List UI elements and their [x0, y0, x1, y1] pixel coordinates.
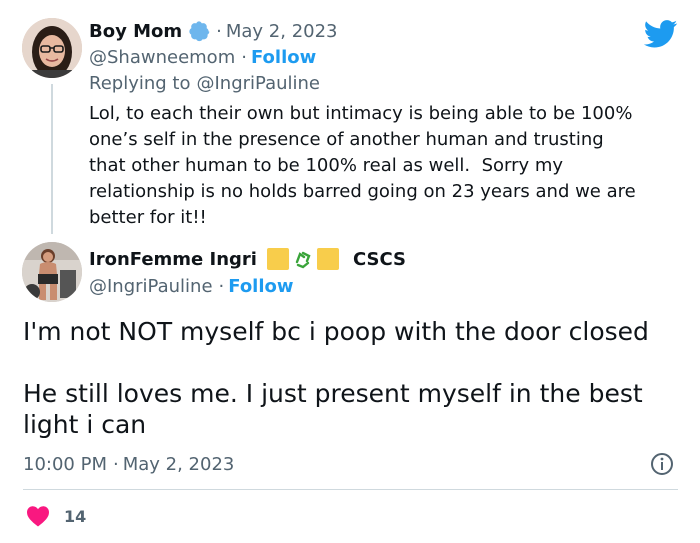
tweet-date: May 2, 2023 — [122, 453, 235, 475]
separator-dot: · — [218, 275, 225, 297]
yellow-square-emoji-icon — [316, 248, 339, 270]
separator-dot: · — [216, 20, 222, 42]
avatar-photo — [22, 18, 82, 78]
reply-date[interactable]: May 2, 2023 — [226, 21, 338, 42]
reply-handle[interactable]: @Shawneemom — [89, 47, 235, 68]
replying-to-row: Replying to @IngriPauline — [89, 70, 320, 96]
main-display-name[interactable]: IronFemme Ingri — [89, 249, 257, 270]
reply-display-name[interactable]: Boy Mom — [89, 21, 182, 42]
tweet-card: Boy Mom · May 2, 2023 @Shawneemom · Foll… — [0, 0, 700, 543]
follow-button-main-author[interactable]: Follow — [228, 276, 293, 297]
tweet-timestamp[interactable]: 10:00 PM · May 2, 2023 — [23, 451, 234, 477]
twitter-bird-icon[interactable] — [644, 20, 678, 48]
reply-author-row: Boy Mom · May 2, 2023 — [89, 18, 338, 44]
like-count: 14 — [64, 506, 87, 526]
main-tweet-text: I'm not NOT myself bc i poop with the do… — [23, 317, 649, 439]
avatar-boy-mom[interactable] — [22, 18, 82, 78]
verified-badge-icon — [189, 21, 210, 42]
reply-handle-row: @Shawneemom · Follow — [89, 44, 316, 70]
replying-to-handle[interactable]: @IngriPauline — [196, 73, 320, 94]
separator-dot: · — [112, 453, 119, 475]
tweet-time: 10:00 PM — [23, 453, 107, 475]
main-author-row: IronFemme Ingri CSCS — [89, 246, 406, 272]
avatar-ironfemme-ingri[interactable] — [22, 242, 82, 302]
separator-dot: · — [241, 46, 247, 68]
reply-tweet-text: Lol, to each their own but intimacy is b… — [89, 103, 636, 228]
recycle-emoji-icon — [295, 251, 311, 269]
follow-button-reply-author[interactable]: Follow — [251, 47, 316, 68]
main-handle[interactable]: @IngriPauline — [89, 276, 213, 297]
like-action[interactable]: 14 — [26, 503, 86, 529]
yellow-square-emoji-icon — [266, 248, 289, 270]
main-handle-row: @IngriPauline · Follow — [89, 273, 294, 299]
heart-icon[interactable] — [26, 505, 50, 527]
info-icon[interactable] — [650, 452, 674, 476]
main-name-suffix: CSCS — [352, 248, 406, 270]
avatar-photo — [22, 242, 82, 302]
replying-to-label: Replying to — [89, 72, 191, 94]
thread-connector-line — [51, 84, 53, 234]
tweet-divider — [23, 489, 678, 490]
